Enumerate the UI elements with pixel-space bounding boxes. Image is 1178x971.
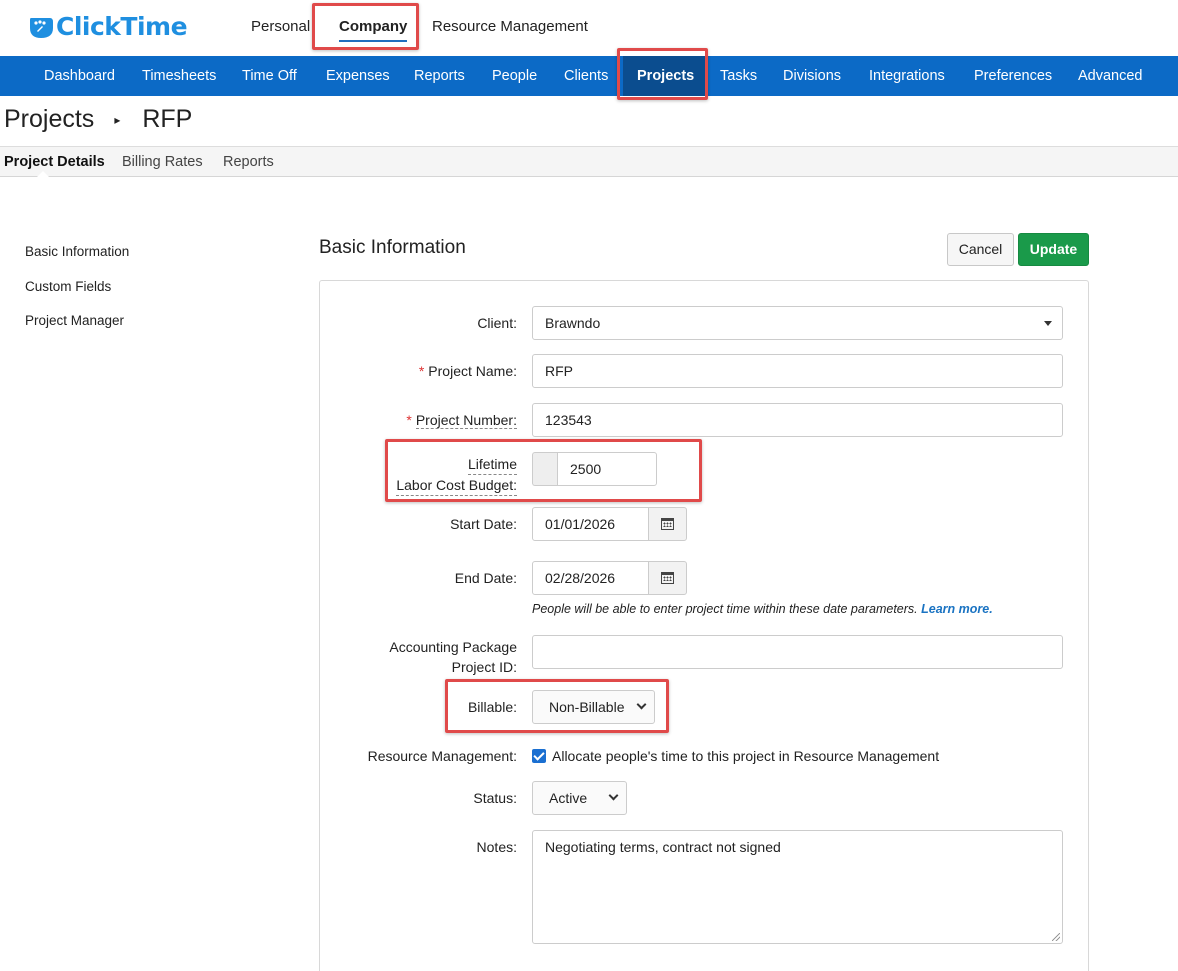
- subtab-bar: Project Details Billing Rates Reports: [0, 146, 1178, 178]
- start-date-calendar-button[interactable]: [648, 507, 687, 541]
- project-number-value: 123543: [545, 412, 592, 428]
- nav-item-people[interactable]: People: [492, 56, 537, 96]
- breadcrumb-arrow-icon: ▸: [114, 112, 121, 127]
- breadcrumb-root[interactable]: Projects: [4, 105, 94, 134]
- budget-label-line1: Lifetime: [467, 454, 517, 475]
- accounting-label: Accounting Package Project ID:: [389, 637, 517, 677]
- nav-item-tasks[interactable]: Tasks: [720, 56, 757, 96]
- date-hint-text: People will be able to enter project tim…: [532, 602, 918, 616]
- end-date-input[interactable]: 02/28/2026: [532, 561, 649, 595]
- app-tab-company[interactable]: Company: [339, 18, 408, 42]
- main-nav: Dashboard Timesheets Time Off Expenses R…: [0, 56, 1178, 96]
- subtab-reports[interactable]: Reports: [223, 154, 274, 170]
- client-select[interactable]: Brawndo: [532, 306, 1063, 340]
- cancel-button[interactable]: Cancel: [947, 233, 1014, 266]
- resource-management-checkbox[interactable]: [532, 749, 546, 763]
- notes-textarea[interactable]: Negotiating terms, contract not signed: [532, 830, 1063, 944]
- notes-label: Notes:: [476, 839, 517, 855]
- budget-label-line2: Labor Cost Budget:: [396, 475, 517, 496]
- notes-value: Negotiating terms, contract not signed: [545, 839, 781, 855]
- nav-item-expenses[interactable]: Expenses: [326, 56, 390, 96]
- logo-icon: [30, 17, 53, 38]
- start-date-label: Start Date:: [450, 516, 517, 532]
- app-tab-company-label: Company: [339, 18, 408, 35]
- billable-label: Billable:: [467, 699, 517, 715]
- chevron-down-icon: [636, 699, 647, 710]
- end-date-value: 02/28/2026: [545, 570, 616, 586]
- budget-value: 2500: [570, 461, 602, 477]
- accounting-project-id-input[interactable]: [532, 635, 1063, 669]
- status-value: Active: [549, 790, 588, 806]
- budget-input[interactable]: 2500: [557, 452, 657, 486]
- currency-addon: [532, 452, 558, 486]
- subtab-project-details[interactable]: Project Details: [4, 154, 105, 170]
- nav-item-reports[interactable]: Reports: [414, 56, 465, 96]
- client-label: Client:: [477, 315, 517, 331]
- accounting-label-line1: Accounting Package: [389, 639, 517, 655]
- active-subtab-caret: [36, 171, 50, 178]
- nav-item-preferences[interactable]: Preferences: [974, 56, 1052, 96]
- required-marker: *: [418, 363, 425, 379]
- app-tab-personal[interactable]: Personal: [251, 18, 310, 35]
- start-date-input[interactable]: 01/01/2026: [532, 507, 649, 541]
- breadcrumb-current: RFP: [142, 105, 193, 133]
- budget-label: Lifetime Labor Cost Budget:: [396, 454, 517, 496]
- resource-management-label: Resource Management:: [367, 748, 517, 764]
- calendar-icon: [661, 572, 674, 584]
- nav-item-dashboard[interactable]: Dashboard: [44, 56, 115, 96]
- active-tab-underline: [339, 40, 408, 42]
- nav-item-integrations[interactable]: Integrations: [869, 56, 945, 96]
- clicktime-logo[interactable]: ClickTime: [28, 12, 188, 41]
- project-number-label-text: Project Number:: [415, 412, 517, 429]
- nav-item-divisions[interactable]: Divisions: [783, 56, 841, 96]
- project-name-input[interactable]: RFP: [532, 354, 1063, 388]
- project-number-input[interactable]: 123543: [532, 403, 1063, 437]
- breadcrumb: Projects ▸ RFP: [4, 105, 192, 134]
- app-tab-resource-management[interactable]: Resource Management: [432, 18, 588, 35]
- project-name-value: RFP: [545, 363, 573, 379]
- update-button[interactable]: Update: [1018, 233, 1089, 266]
- project-name-label-text: Project Name:: [428, 363, 517, 379]
- project-number-label: * Project Number:: [406, 412, 517, 429]
- project-name-label: * Project Name:: [419, 363, 517, 379]
- nav-item-timesheets[interactable]: Timesheets: [142, 56, 216, 96]
- date-hint: People will be able to enter project tim…: [532, 602, 993, 616]
- required-marker: *: [406, 412, 412, 428]
- subtab-billing-rates[interactable]: Billing Rates: [122, 154, 203, 170]
- start-date-value: 01/01/2026: [545, 516, 616, 532]
- learn-more-link[interactable]: Learn more.: [921, 602, 993, 616]
- sidenav-project-manager[interactable]: Project Manager: [25, 313, 124, 328]
- accounting-label-line2: Project ID:: [451, 659, 517, 675]
- nav-item-clients[interactable]: Clients: [564, 56, 608, 96]
- caret-down-icon: [1044, 321, 1052, 326]
- nav-item-advanced[interactable]: Advanced: [1078, 56, 1143, 96]
- sidenav-custom-fields[interactable]: Custom Fields: [25, 279, 111, 294]
- section-title: Basic Information: [319, 237, 466, 258]
- status-select[interactable]: Active: [532, 781, 627, 815]
- nav-item-time-off[interactable]: Time Off: [242, 56, 297, 96]
- client-value: Brawndo: [545, 315, 601, 331]
- calendar-icon: [661, 518, 674, 530]
- billable-value: Non-Billable: [549, 699, 625, 715]
- resource-management-text[interactable]: Allocate people's time to this project i…: [552, 748, 939, 764]
- brand-name: ClickTime: [56, 12, 188, 41]
- chevron-down-icon: [608, 790, 619, 801]
- end-date-calendar-button[interactable]: [648, 561, 687, 595]
- billable-select[interactable]: Non-Billable: [532, 690, 655, 724]
- resize-handle-icon[interactable]: [1052, 933, 1060, 941]
- status-label: Status:: [473, 790, 517, 806]
- top-header: ClickTime Personal Company Resource Mana…: [0, 0, 1178, 56]
- sidenav-basic-information[interactable]: Basic Information: [25, 244, 129, 259]
- end-date-label: End Date:: [454, 570, 517, 586]
- nav-item-projects[interactable]: Projects: [623, 56, 709, 96]
